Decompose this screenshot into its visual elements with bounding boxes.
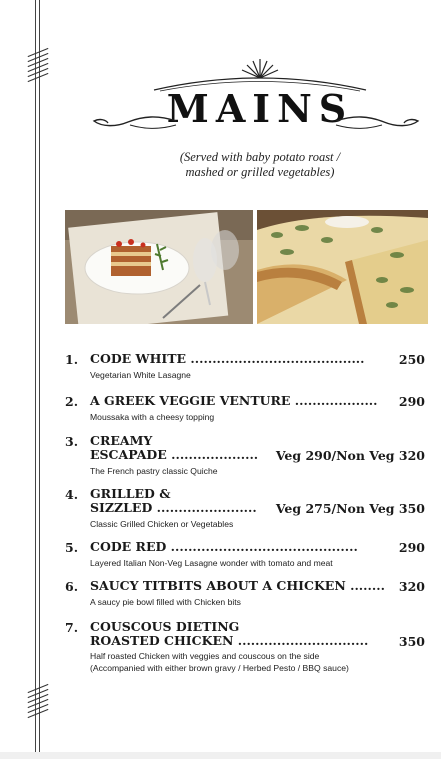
item-price: Veg 275/Non Veg 350 — [275, 501, 425, 516]
item-description: Moussaka with a cheesy topping — [90, 412, 215, 422]
item-name: CODE WHITE .............................… — [90, 351, 365, 366]
item-name-line: COUSCOUS DIETING — [90, 619, 240, 634]
item-name-line: ROASTED CHICKEN ........................… — [90, 633, 369, 648]
item-name: A GREEK VEGGIE VENTURE .................… — [90, 393, 378, 408]
item-description: A saucy pie bowl filled with Chicken bit… — [90, 597, 241, 607]
item-name: SAUCY TITBITS ABOUT A CHICKEN ........ — [90, 578, 385, 593]
item-price: 290 — [398, 540, 425, 555]
quiche-photo — [257, 210, 428, 324]
item-price: Veg 290/Non Veg 320 — [275, 448, 425, 463]
menu-page: MAINS (Served with baby potato roast / m… — [0, 0, 441, 759]
border-line — [39, 0, 40, 752]
item-name-line: ESCAPADE .................... — [90, 447, 259, 462]
lasagne-photo — [65, 210, 253, 324]
item-price: 290 — [398, 394, 425, 409]
hatch-ornament — [27, 47, 49, 83]
flourish-left-icon — [92, 116, 177, 129]
hatch-ornament — [27, 683, 49, 719]
item-description: Vegetarian White Lasagne — [90, 370, 191, 380]
subtitle: (Served with baby potato roast / mashed … — [130, 150, 390, 180]
item-price: 320 — [398, 579, 425, 594]
subtitle-line: (Served with baby potato roast / — [179, 150, 341, 164]
item-price: 350 — [398, 634, 425, 649]
item-description: Layered Italian Non-Veg Lasagne wonder w… — [90, 558, 333, 568]
item-number: 2. — [65, 394, 79, 409]
item-name: CODE RED ...............................… — [90, 539, 358, 554]
subtitle-line: mashed or grilled vegetables) — [185, 165, 335, 179]
item-number: 5. — [65, 540, 79, 555]
border-line — [35, 0, 36, 752]
item-number: 6. — [65, 579, 79, 594]
item-number: 4. — [65, 487, 79, 502]
flourish-right-icon — [335, 116, 420, 129]
item-description: The French pastry classic Quiche — [90, 466, 218, 476]
item-description: Half roasted Chicken with veggies and co… — [90, 651, 320, 661]
item-description: (Accompanied with either brown gravy / H… — [90, 663, 349, 673]
item-number: 7. — [65, 620, 79, 635]
item-name-line: CREAMY — [90, 433, 153, 448]
item-name: CREAMY ESCAPADE .................... — [90, 434, 258, 462]
item-description: Classic Grilled Chicken or Vegetables — [90, 519, 234, 529]
item-number: 1. — [65, 352, 79, 367]
item-name-line: SIZZLED ....................... — [90, 500, 257, 515]
item-name: GRILLED & SIZZLED ......................… — [90, 487, 257, 515]
item-number: 3. — [65, 434, 79, 449]
heading: MAINS (Served with baby potato roast / m… — [92, 52, 420, 182]
item-name: COUSCOUS DIETING ROASTED CHICKEN .......… — [90, 620, 368, 648]
item-price: 250 — [398, 352, 425, 367]
bottom-strip — [0, 752, 441, 759]
item-name-line: GRILLED & — [90, 486, 171, 501]
